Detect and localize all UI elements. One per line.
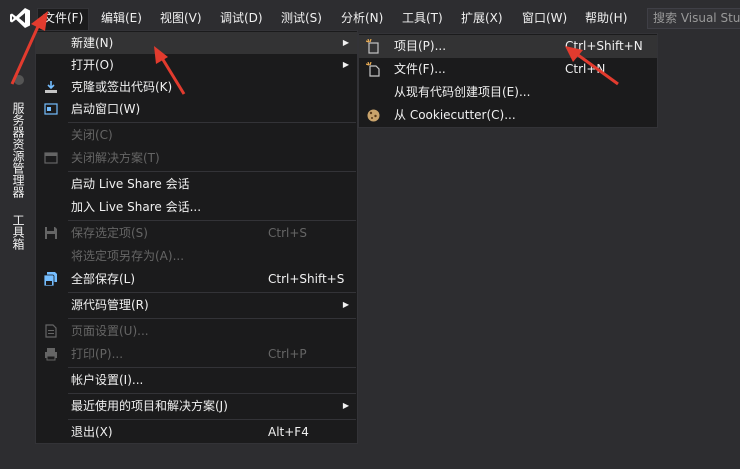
menu-edit[interactable]: 编辑(E) [96,8,147,28]
menu-item-page-setup[interactable]: 页面设置(U)... [36,320,357,342]
visual-studio-window: 文件(F) 编辑(E) 视图(V) 调试(D) 测试(S) 分析(N) 工具(T… [0,0,740,469]
submenu-item-shortcut: Ctrl+Shift+N [565,39,643,53]
submenu-item-from-cookiecutter[interactable]: 从 Cookiecutter(C)... [359,104,657,127]
new-submenu: 项目(P)... Ctrl+Shift+N 文件(F)... Ctrl+N 从现… [358,33,658,128]
submenu-arrow-icon: ▶ [342,60,349,69]
server-explorer-tab[interactable]: 服务器资源管理器 [10,102,27,198]
menu-extensions[interactable]: 扩展(X) [456,8,508,28]
menu-item-join-live-share[interactable]: 加入 Live Share 会话... [36,196,357,218]
menu-item-label: 克隆或签出代码(K) [71,80,173,94]
menu-item-label: 源代码管理(R) [71,298,149,312]
menu-item-label: 启动 Live Share 会话 [71,177,190,191]
menu-item-source-control[interactable]: 源代码管理(R) ▶ [36,294,357,316]
submenu-arrow-icon: ▶ [342,300,349,309]
menu-item-close[interactable]: 关闭(C) [36,124,357,146]
menu-item-save-selected[interactable]: 保存选定项(S) Ctrl+S [36,222,357,244]
submenu-item-label: 从 Cookiecutter(C)... [394,108,516,122]
menu-item-label: 打开(O) [71,58,114,72]
menu-tools[interactable]: 工具(T) [397,8,448,28]
menu-help[interactable]: 帮助(H) [580,8,632,28]
menu-item-shortcut: Alt+F4 [268,425,309,439]
menu-item-recent[interactable]: 最近使用的项目和解决方案(J) ▶ [36,395,357,417]
menu-item-label: 最近使用的项目和解决方案(J) [71,399,228,413]
menu-item-start-window[interactable]: 启动窗口(W) [36,98,357,120]
menu-item-label: 打印(P)... [71,347,124,361]
menu-item-account-settings[interactable]: 帐户设置(I)... [36,369,357,391]
menu-item-save-all[interactable]: 全部保存(L) Ctrl+Shift+S [36,268,357,290]
menu-item-start-live-share[interactable]: 启动 Live Share 会话 [36,173,357,195]
submenu-item-label: 文件(F)... [394,62,446,76]
visual-studio-logo-icon[interactable] [8,6,32,30]
menu-separator [68,419,356,420]
save-icon [45,227,57,239]
menu-item-print[interactable]: 打印(P)... Ctrl+P [36,343,357,365]
new-file-icon [366,62,380,77]
menu-item-label: 将选定项另存为(A)... [71,249,185,263]
menu-item-label: 页面设置(U)... [71,324,149,338]
submenu-item-label: 项目(P)... [394,39,447,53]
menu-item-label: 全部保存(L) [71,272,136,286]
submenu-item-from-existing-code[interactable]: 从现有代码创建项目(E)... [359,81,657,104]
file-menu-dropdown: 新建(N) ▶ 打开(O) ▶ 克隆或签出代码(K) 启动窗口(W) 关闭(C)… [35,30,358,444]
menu-window[interactable]: 窗口(W) [517,8,572,28]
page-setup-icon [45,324,57,338]
menu-separator [68,122,356,123]
menu-item-label: 保存选定项(S) [71,226,148,240]
menu-item-shortcut: Ctrl+P [268,347,307,361]
menu-view[interactable]: 视图(V) [155,8,207,28]
menu-separator [68,318,356,319]
menu-item-label: 关闭解决方案(T) [71,151,160,165]
menu-item-label: 加入 Live Share 会话... [71,200,202,214]
menu-item-shortcut: Ctrl+S [268,226,308,240]
print-icon [45,348,57,361]
menu-item-label: 关闭(C) [71,128,113,142]
menu-item-close-solution[interactable]: 关闭解决方案(T) [36,147,357,169]
submenu-item-new-file[interactable]: 文件(F)... Ctrl+N [359,58,657,81]
menu-item-exit[interactable]: 退出(X) Alt+F4 [36,421,357,443]
menu-item-label: 帐户设置(I)... [71,373,144,387]
submenu-item-shortcut: Ctrl+N [565,62,606,76]
menu-separator [68,220,356,221]
menu-item-label: 退出(X) [71,425,113,439]
menu-test[interactable]: 测试(S) [276,8,327,28]
cookiecutter-icon [367,109,380,122]
toolbox-tab[interactable]: 工具箱 [10,214,27,250]
submenu-arrow-icon: ▶ [342,401,349,410]
menu-separator [68,171,356,172]
side-tool-strip: 服务器资源管理器 工具箱 [0,36,34,469]
menu-item-open[interactable]: 打开(O) ▶ [36,54,357,76]
menu-analyze[interactable]: 分析(N) [336,8,388,28]
menu-item-clone[interactable]: 克隆或签出代码(K) [36,76,357,98]
menu-item-label: 新建(N) [71,36,114,50]
menu-item-new[interactable]: 新建(N) ▶ [36,32,357,54]
submenu-arrow-icon: ▶ [342,38,349,47]
menu-debug[interactable]: 调试(D) [215,8,268,28]
menu-separator [68,367,356,368]
menu-item-save-selected-as[interactable]: 将选定项另存为(A)... [36,245,357,267]
clone-icon [45,81,57,93]
submenu-item-label: 从现有代码创建项目(E)... [394,85,531,99]
close-solution-icon [44,152,58,164]
save-all-icon [44,272,57,286]
menu-item-shortcut: Ctrl+Shift+S [268,272,345,286]
search-input[interactable]: 搜索 Visual Studio [647,8,740,29]
menu-item-label: 启动窗口(W) [71,102,141,116]
submenu-item-new-project[interactable]: 项目(P)... Ctrl+Shift+N [359,35,657,58]
settings-icon[interactable] [14,75,24,85]
start-window-icon [44,103,58,115]
new-project-icon [366,39,379,54]
menu-separator [68,292,356,293]
menu-separator [68,393,356,394]
